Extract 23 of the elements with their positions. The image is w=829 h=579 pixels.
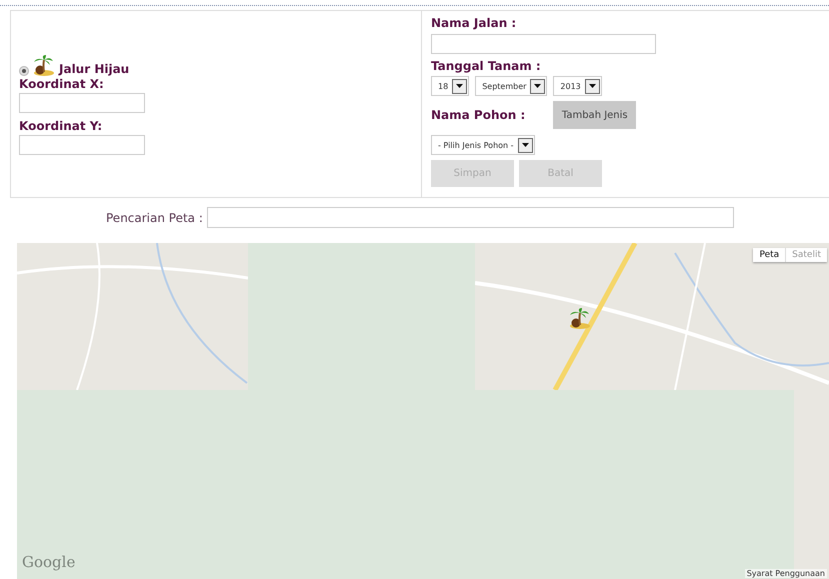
coordinate-x-field[interactable] [19,92,145,112]
tree-type-select[interactable]: - Pilih Jenis Pohon - [431,135,535,155]
street-name-field[interactable] [431,34,656,54]
field-label: Koordinat X: [19,76,105,90]
year-select[interactable]: 2013 [553,76,602,96]
field-label: Tanggal Tanam : [431,59,542,73]
terms-link[interactable]: Syarat Penggunaan [744,569,827,578]
map-view[interactable]: Peta Satelit Google Syarat Penggunaan [17,243,829,579]
map-logo: Google [22,553,76,571]
field-label: Nama Jalan : [431,16,518,30]
palm-tree-marker-icon [567,307,591,329]
map-search-field[interactable] [206,207,734,228]
radio-button[interactable] [19,66,29,76]
field-label: Koordinat Y: [19,118,104,132]
map-search-label: Pencarian Peta : [106,210,203,224]
layer-label: Jalur Hijau [59,62,130,76]
field-label: Nama Pohon : [431,108,526,122]
day-select[interactable]: 18 [431,76,470,96]
month-select[interactable]: September [475,76,548,96]
palm-tree-icon [31,54,55,76]
map-type-tab[interactable]: Peta [753,248,786,262]
add-type-button[interactable]: Tambah Jenis [553,101,636,129]
coordinate-y-field[interactable] [19,134,145,154]
